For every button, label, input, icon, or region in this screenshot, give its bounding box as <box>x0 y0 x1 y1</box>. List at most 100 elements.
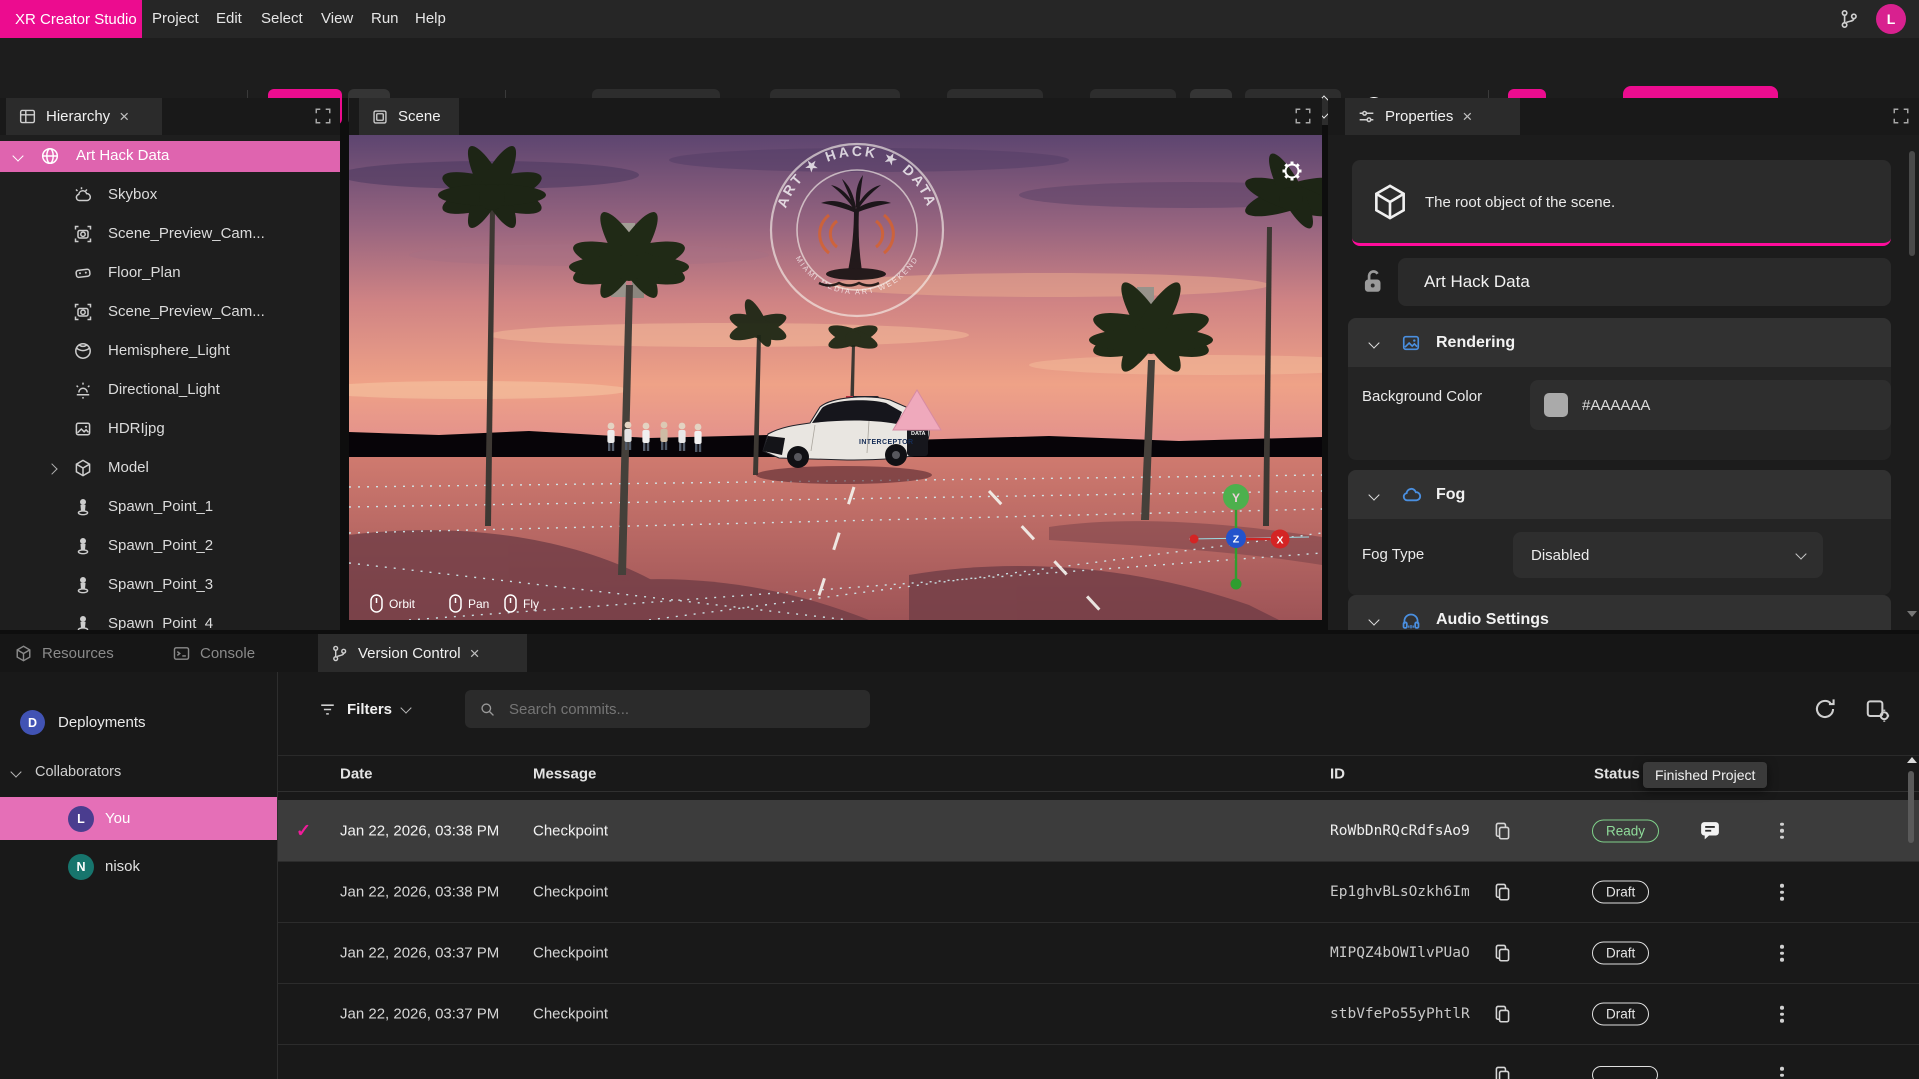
floor-plan-icon <box>73 263 93 283</box>
chevron-down-icon <box>10 766 21 777</box>
tab-resources[interactable]: Resources <box>14 634 114 672</box>
menu-view[interactable]: View <box>321 0 353 38</box>
branch-icon <box>330 644 349 663</box>
hierarchy-item[interactable]: Model <box>0 453 340 484</box>
properties-tab-strip: Properties × <box>1328 98 1919 135</box>
bottom-tab-strip: Resources Console Version Control × <box>0 634 1919 672</box>
filter-icon <box>318 700 337 719</box>
copy-id-icon[interactable] <box>1492 882 1513 903</box>
menu-edit[interactable]: Edit <box>216 0 242 38</box>
copy-id-icon[interactable] <box>1492 943 1513 964</box>
close-icon[interactable]: × <box>1462 108 1472 125</box>
table-scrollbar[interactable] <box>1908 755 1915 1079</box>
menu-select[interactable]: Select <box>261 0 303 38</box>
hierarchy-item[interactable]: Spawn_Point_3 <box>0 570 340 601</box>
hierarchy-icon <box>18 107 37 126</box>
root-cube-icon <box>1369 181 1411 223</box>
filters-button[interactable]: Filters <box>318 690 410 728</box>
row-menu-icon[interactable] <box>1780 884 1784 901</box>
hierarchy-item[interactable]: Floor_Plan <box>0 258 340 289</box>
menu-run[interactable]: Run <box>371 0 399 38</box>
collaborator-nisok[interactable]: N nisok <box>0 845 277 888</box>
root-object-description: The root object of the scene. <box>1425 194 1615 211</box>
background-color-field[interactable]: #AAAAAA <box>1530 380 1891 430</box>
menu-help[interactable]: Help <box>415 0 446 38</box>
commit-row[interactable]: Jan 22, 2026, 03:37 PM Checkpoint MIPQZ4… <box>278 922 1919 983</box>
chevron-right-icon[interactable] <box>46 463 57 474</box>
deployments-avatar: D <box>20 710 45 735</box>
chevron-down-icon[interactable] <box>12 150 23 161</box>
root-object-card: The root object of the scene. <box>1352 160 1891 246</box>
row-menu-icon[interactable] <box>1780 1006 1784 1023</box>
hierarchy-item[interactable]: HDRIjpg <box>0 414 340 445</box>
copy-id-icon[interactable] <box>1492 1004 1513 1025</box>
refresh-icon[interactable] <box>1812 696 1838 722</box>
hierarchy-item-root[interactable]: Art Hack Data <box>0 141 340 172</box>
tab-hierarchy[interactable]: Hierarchy × <box>6 98 162 135</box>
commit-row[interactable]: Jan 22, 2026, 03:37 PM Checkpoint stbVfe… <box>278 983 1919 1044</box>
menu-project[interactable]: Project <box>152 0 199 38</box>
hierarchy-item-label: Spawn_Point_2 <box>108 537 213 554</box>
hierarchy-item-label: Spawn_Point_1 <box>108 498 213 515</box>
hierarchy-item[interactable]: Scene_Preview_Cam... <box>0 219 340 250</box>
search-icon <box>479 701 496 718</box>
close-icon[interactable]: × <box>470 645 480 662</box>
commit-row-partial[interactable] <box>278 1044 1919 1079</box>
fog-type-dropdown[interactable]: Disabled <box>1513 532 1823 578</box>
status-badge: Draft <box>1592 942 1649 965</box>
copy-id-icon[interactable] <box>1492 820 1513 841</box>
menu-bar: XR Creator Studio Project Edit Select Vi… <box>0 0 1919 38</box>
audio-section-header[interactable]: Audio Settings <box>1348 595 1891 630</box>
hierarchy-item[interactable]: Spawn_Point_2 <box>0 531 340 562</box>
hierarchy-item[interactable]: Spawn_Point_4 <box>0 609 340 630</box>
sidebar-item-deployments[interactable]: D Deployments <box>20 710 146 735</box>
search-commits-input[interactable] <box>507 700 831 719</box>
hierarchy-item[interactable]: Hemisphere_Light <box>0 336 340 367</box>
expand-panel-icon[interactable] <box>314 107 332 125</box>
tab-console[interactable]: Console <box>172 634 255 672</box>
camera-icon <box>73 224 93 244</box>
tab-scene[interactable]: Scene <box>359 98 459 135</box>
commit-row[interactable]: Jan 22, 2026, 03:38 PM Checkpoint Ep1ghv… <box>278 861 1919 922</box>
fog-type-label: Fog Type <box>1362 546 1424 563</box>
rendering-section-header[interactable]: Rendering <box>1348 318 1891 367</box>
hierarchy-item[interactable]: Skybox <box>0 180 340 211</box>
collaborator-avatar: N <box>68 854 94 880</box>
expand-panel-icon[interactable] <box>1294 107 1312 125</box>
search-commits-box[interactable] <box>465 690 870 728</box>
close-icon[interactable]: × <box>119 108 129 125</box>
status-badge: Draft <box>1592 881 1649 904</box>
commit-row[interactable]: ✓ Jan 22, 2026, 03:38 PM Checkpoint RoWb… <box>278 800 1919 861</box>
hierarchy-item[interactable]: Directional_Light <box>0 375 340 406</box>
expand-panel-icon[interactable] <box>1892 107 1910 125</box>
resources-cube-icon <box>14 644 33 663</box>
row-menu-icon[interactable] <box>1780 1067 1784 1079</box>
tab-properties[interactable]: Properties × <box>1345 98 1520 135</box>
scroll-up-arrow[interactable] <box>1907 757 1917 763</box>
collaborators-header[interactable]: Collaborators <box>12 764 121 780</box>
collaborator-avatar: L <box>68 806 94 832</box>
copy-id-icon[interactable] <box>1492 1065 1513 1079</box>
cloud-icon <box>1400 484 1422 506</box>
commit-settings-icon[interactable] <box>1864 696 1891 723</box>
hierarchy-item[interactable]: Spawn_Point_1 <box>0 492 340 523</box>
scene-viewport[interactable]: INTERCEPTOR DATA ART ★ HACK ★ DATA MIAMI… <box>349 135 1322 620</box>
tab-version-control[interactable]: Version Control × <box>318 634 527 672</box>
comment-icon[interactable] <box>1698 819 1722 843</box>
hierarchy-item[interactable]: Scene_Preview_Cam... <box>0 297 340 328</box>
object-name-field[interactable]: Art Hack Data <box>1398 258 1891 306</box>
color-swatch[interactable] <box>1544 393 1568 417</box>
row-menu-icon[interactable] <box>1780 822 1784 839</box>
camera-icon <box>73 302 93 322</box>
svg-text:Fly: Fly <box>523 597 539 611</box>
unlock-icon[interactable] <box>1358 266 1388 296</box>
fog-section-header[interactable]: Fog <box>1348 470 1891 519</box>
fog-section: Fog Fog Type Disabled <box>1348 470 1891 595</box>
spawn-point-icon <box>73 497 93 517</box>
scroll-down-arrow[interactable] <box>1907 611 1917 617</box>
collaborator-you[interactable]: L You <box>0 797 277 840</box>
user-avatar[interactable]: L <box>1876 4 1906 34</box>
row-menu-icon[interactable] <box>1780 945 1784 962</box>
properties-scrollbar[interactable] <box>1909 143 1915 623</box>
version-control-branch-icon[interactable] <box>1838 8 1860 30</box>
